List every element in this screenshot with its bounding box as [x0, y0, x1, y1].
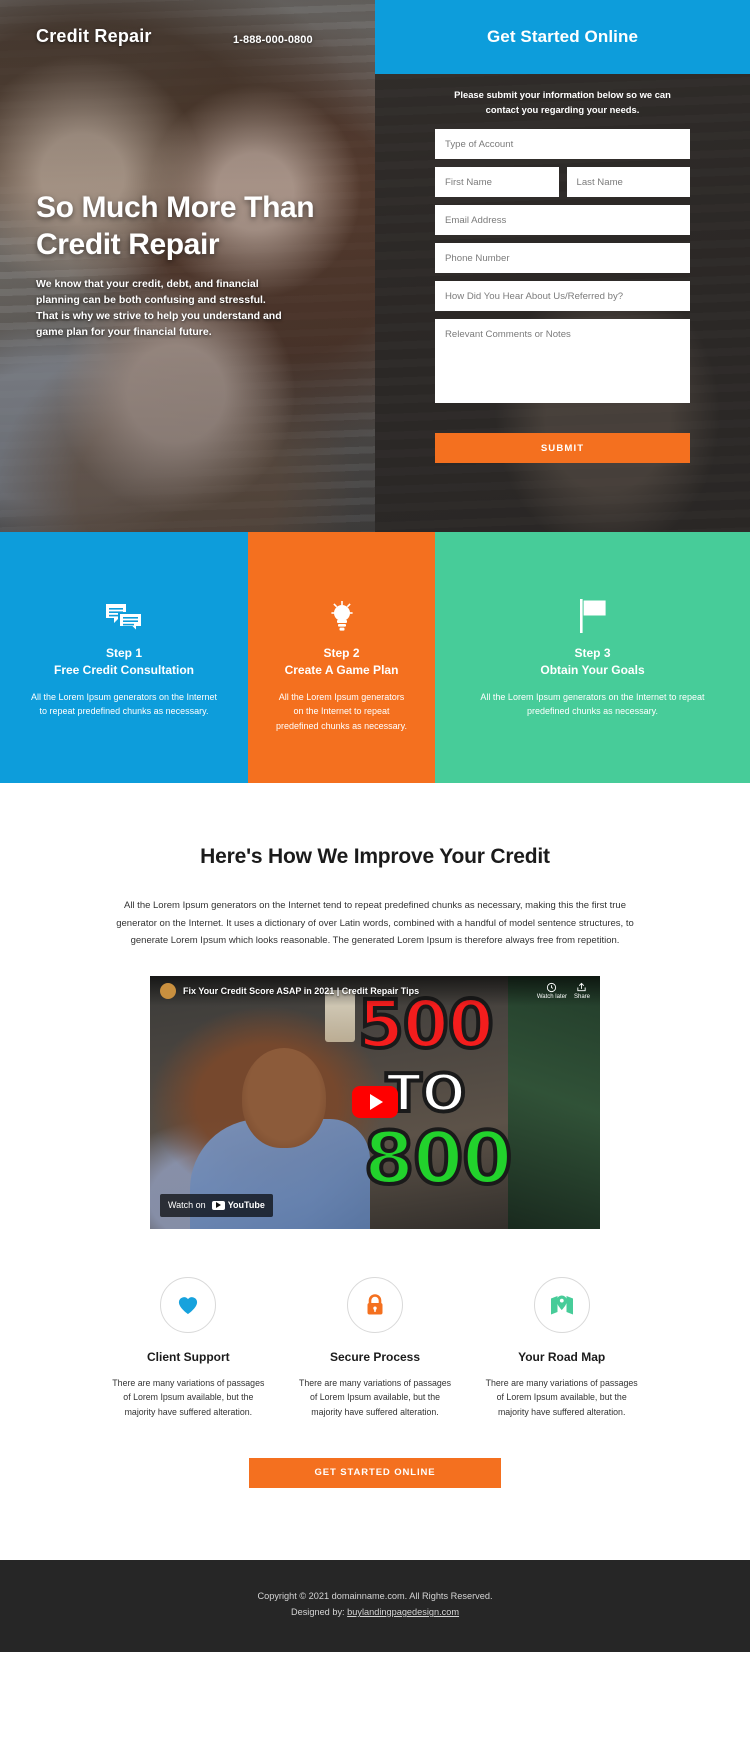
- clock-icon: [547, 982, 557, 992]
- submit-button[interactable]: SUBMIT: [435, 433, 690, 464]
- step-card-3: Step 3 Obtain Your Goals All the Lorem I…: [435, 532, 750, 783]
- share-icon: [577, 982, 587, 991]
- feature-title-1: Client Support: [147, 1349, 230, 1364]
- get-started-online-button[interactable]: GET STARTED ONLINE: [249, 1457, 501, 1488]
- improve-paragraph: All the Lorem Ipsum generators on the In…: [116, 900, 634, 947]
- step-title-3: Obtain Your Goals: [540, 663, 645, 678]
- hero-copy: So Much More Than Credit Repair We know …: [36, 190, 336, 341]
- designed-by-line: Designed by: buylandingpagedesign.com: [0, 1604, 750, 1620]
- youtube-logo-icon: YouTube: [211, 1200, 265, 1211]
- lightbulb-icon: [276, 595, 407, 633]
- last-name-input[interactable]: [566, 167, 690, 198]
- feature-desc-1: There are many variations of passages of…: [112, 1377, 265, 1418]
- channel-avatar-icon[interactable]: [160, 982, 176, 999]
- site-brand: Credit Repair: [36, 26, 152, 46]
- feature-title-2: Secure Process: [329, 1349, 421, 1364]
- name-row: [435, 167, 690, 205]
- hero-title: So Much More Than Credit Repair: [36, 190, 336, 263]
- step-card-1: Step 1 Free Credit Consultation All the …: [0, 532, 248, 783]
- step-number-3: Step 3: [574, 646, 611, 660]
- video-thumbnail[interactable]: 500 TO 800 Fix Your Credit Score ASAP in…: [150, 975, 600, 1229]
- first-name-input[interactable]: [435, 167, 559, 198]
- phone-number[interactable]: 1-888-000-0800: [233, 34, 313, 46]
- feature-card-1: Client Support There are many variations…: [95, 1276, 282, 1420]
- video-bg-foliage: [508, 975, 600, 1229]
- video-title[interactable]: Fix Your Credit Score ASAP in 2021 | Cre…: [183, 986, 419, 996]
- step-label-1: Step 1 Free Credit Consultation: [28, 645, 220, 680]
- copyright-text: Copyright © 2021 domainname.com. All Rig…: [257, 1590, 493, 1601]
- designer-link[interactable]: buylandingpagedesign.com: [347, 1607, 459, 1617]
- form-header: Get Started Online: [375, 0, 750, 74]
- lock-icon: [347, 1276, 403, 1333]
- step-number-1: Step 1: [105, 646, 142, 660]
- step-desc-2: All the Lorem Ipsum generators on the In…: [276, 691, 407, 731]
- hero-section: Credit Repair 1-888-000-0800 So Much Mor…: [0, 0, 750, 532]
- hero-title-line2: Credit Repair: [36, 227, 220, 261]
- email-input[interactable]: [435, 205, 690, 236]
- share-label: Share: [573, 993, 590, 1000]
- watch-later-label: Watch later: [536, 993, 567, 1000]
- step-number-2: Step 2: [323, 646, 360, 660]
- footer: Copyright © 2021 domainname.com. All Rig…: [0, 1559, 750, 1653]
- step-label-2: Step 2 Create A Game Plan: [276, 645, 407, 680]
- share-button[interactable]: Share: [574, 982, 590, 1000]
- form-note: Please submit your information below so …: [454, 89, 671, 115]
- account-type-input[interactable]: [435, 129, 690, 160]
- referral-input[interactable]: [435, 281, 690, 312]
- watch-later-button[interactable]: Watch later: [537, 982, 567, 1000]
- chat-bubbles-icon: [28, 595, 220, 633]
- youtube-wordmark: YouTube: [227, 1200, 265, 1211]
- video-bg-person-face: [242, 1047, 326, 1148]
- steps-section: Step 1 Free Credit Consultation All the …: [0, 532, 750, 783]
- hero-title-line1: So Much More Than: [36, 191, 315, 224]
- video-top-bar: Fix Your Credit Score ASAP in 2021 | Cre…: [150, 975, 600, 1006]
- step-desc-1: All the Lorem Ipsum generators on the In…: [30, 691, 218, 717]
- improve-section: Here's How We Improve Your Credit All th…: [0, 783, 750, 1560]
- video-overlay-text-800: 800: [362, 1114, 514, 1202]
- cta-section: GET STARTED ONLINE: [0, 1420, 750, 1560]
- play-button[interactable]: [352, 1086, 398, 1119]
- hero-subtext: We know that your credit, debt, and fina…: [36, 278, 282, 339]
- lead-form: Please submit your information below so …: [375, 74, 750, 464]
- step-title-2: Create A Game Plan: [284, 663, 399, 678]
- step-label-3: Step 3 Obtain Your Goals: [463, 645, 722, 680]
- watch-on-youtube-button[interactable]: Watch on YouTube: [160, 1193, 273, 1217]
- comments-textarea[interactable]: [435, 319, 690, 404]
- map-pin-icon: [533, 1276, 590, 1333]
- features-section: Client Support There are many variations…: [95, 1276, 655, 1420]
- landing-page: Credit Repair 1-888-000-0800 So Much Mor…: [0, 0, 750, 1653]
- feature-card-2: Secure Process There are many variations…: [282, 1276, 469, 1420]
- video-embed[interactable]: 500 TO 800 Fix Your Credit Score ASAP in…: [150, 975, 600, 1229]
- step-desc-3: All the Lorem Ipsum generators on the In…: [480, 691, 705, 717]
- improve-heading: Here's How We Improve Your Credit: [200, 845, 550, 868]
- feature-card-3: Your Road Map There are many variations …: [468, 1276, 655, 1420]
- feature-desc-3: There are many variations of passages of…: [485, 1377, 638, 1418]
- step-card-2: Step 2 Create A Game Plan All the Lorem …: [248, 532, 435, 783]
- watch-on-label: Watch on: [168, 1200, 206, 1211]
- feature-desc-2: There are many variations of passages of…: [298, 1377, 452, 1418]
- flag-icon: [463, 595, 722, 633]
- form-heading: Get Started Online: [486, 27, 639, 46]
- designed-by-label: Designed by:: [290, 1607, 348, 1618]
- feature-title-3: Your Road Map: [518, 1349, 606, 1364]
- heart-icon: [160, 1276, 217, 1333]
- phone-input[interactable]: [435, 243, 690, 274]
- step-title-1: Free Credit Consultation: [53, 663, 194, 678]
